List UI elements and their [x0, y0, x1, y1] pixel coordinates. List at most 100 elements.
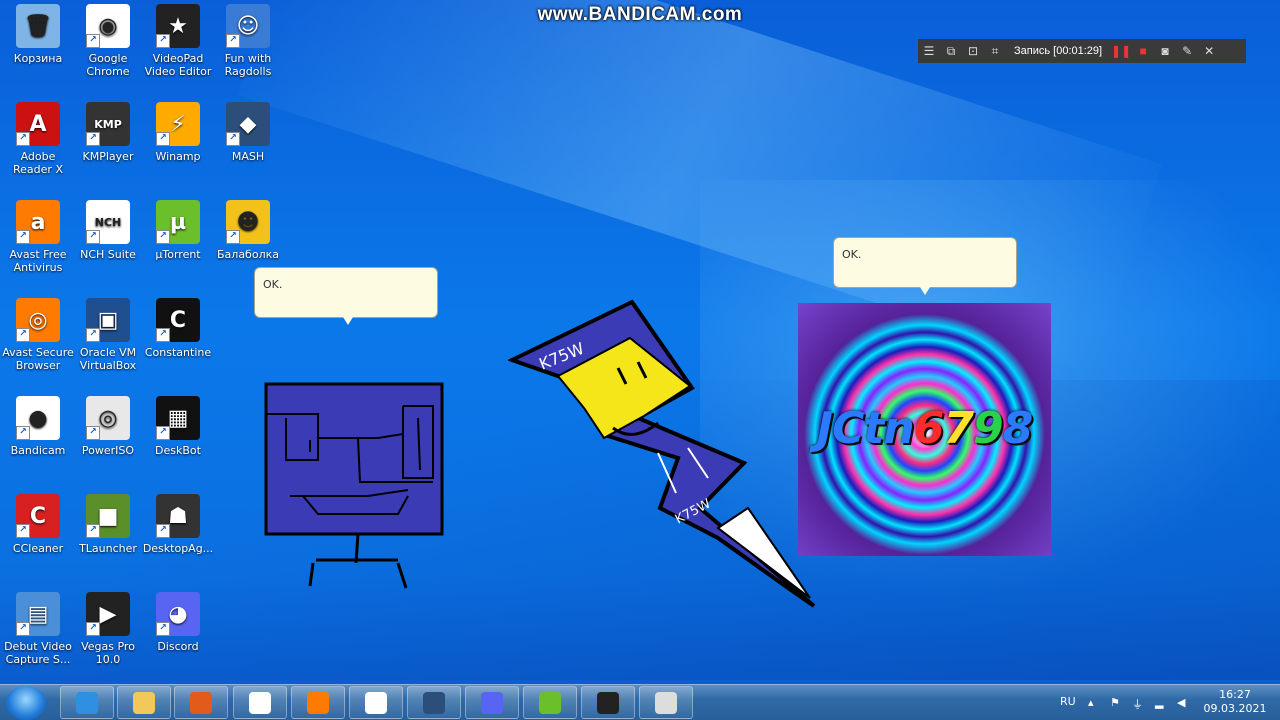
taskbar-app-internet-explorer[interactable]	[60, 686, 114, 719]
taskbar-app-file-explorer[interactable]	[117, 686, 171, 719]
desktop-icon[interactable]: ■ ↗ TLauncher	[72, 494, 144, 555]
desktop-icon[interactable]: KMP ↗ KMPlayer	[72, 102, 144, 163]
taskbar-app-chrome[interactable]	[233, 686, 287, 719]
app-icon: ▦ ↗	[156, 396, 200, 440]
film-app-icon	[655, 691, 677, 714]
taskbar-app-mash[interactable]	[407, 686, 461, 719]
shortcut-arrow-icon: ↗	[86, 524, 100, 538]
speech-bubble-left-text: OK.	[263, 278, 283, 291]
volume-icon[interactable]: ◀	[1177, 696, 1189, 709]
taskbar: RU ▴ ⚑ ⏚ ▂ ◀ 16:27 09.03.2021	[0, 684, 1280, 720]
system-clock[interactable]: 16:27 09.03.2021	[1200, 688, 1270, 716]
bandicam-recording-toolbar: ☰ ⧉ ⊡ ⌗ Запись [00:01:29] ❚❚ ■ ◙ ✎ ✕	[918, 39, 1246, 63]
shortcut-arrow-icon: ↗	[156, 34, 170, 48]
shortcut-arrow-icon: ↗	[156, 230, 170, 244]
pause-icon[interactable]: ❚❚	[1110, 44, 1132, 58]
app-icon: ■ ↗	[86, 494, 130, 538]
taskbar-app-film-app[interactable]	[639, 686, 693, 719]
stop-icon[interactable]: ■	[1132, 44, 1154, 58]
app-icon: µ ↗	[156, 200, 200, 244]
desktop-icon[interactable]: ☗ ↗ DesktopAg...	[142, 494, 214, 555]
app-icon: C ↗	[156, 298, 200, 342]
menu-icon[interactable]: ☰	[918, 44, 940, 58]
taskbar-app-videopad[interactable]	[174, 686, 228, 719]
desktop-icon[interactable]: ◆ ↗ MASH	[212, 102, 284, 163]
desktop-icon-label: Балаболка	[217, 248, 279, 261]
network-signal-icon[interactable]: ▂	[1155, 696, 1167, 709]
app-icon: ◕ ↗	[156, 592, 200, 636]
desktop-icon[interactable]: ◎ ↗ Avast Secure Browser	[2, 298, 74, 372]
fullscreen-mode-icon[interactable]: ⊡	[962, 44, 984, 58]
desktop-icon-label: Oracle VM VirtualBox	[79, 346, 137, 372]
desktop-icon[interactable]: C ↗ Constantine	[142, 298, 214, 359]
desktop-icon[interactable]: C ↗ CCleaner	[2, 494, 74, 555]
shortcut-arrow-icon: ↗	[86, 622, 100, 636]
desktop-icon-label: Discord	[157, 640, 199, 653]
taskbar-app-bandicam[interactable]	[349, 686, 403, 719]
taskbar-app-avast-browser[interactable]	[291, 686, 345, 719]
desktop-icon[interactable]: A ↗ Adobe Reader X	[2, 102, 74, 176]
desktop-icon[interactable]: µ ↗ µTorrent	[142, 200, 214, 261]
desktop-icon[interactable]: ◎ ↗ PowerISO	[72, 396, 144, 457]
terminal-icon	[597, 691, 619, 714]
app-icon: a ↗	[16, 200, 60, 244]
shortcut-arrow-icon: ↗	[226, 230, 240, 244]
shortcut-arrow-icon: ↗	[16, 230, 30, 244]
desktop-icon-label: µTorrent	[155, 248, 201, 261]
internet-explorer-icon	[76, 691, 98, 714]
action-center-flag-icon[interactable]: ⚑	[1110, 696, 1122, 709]
taskbar-app-terminal[interactable]	[581, 686, 635, 719]
desktop-icon[interactable]: ▤ ↗ Debut Video Capture S...	[2, 592, 74, 666]
shortcut-arrow-icon: ↗	[86, 132, 100, 146]
desktop-icon[interactable]: a ↗ Avast Free Antivirus	[2, 200, 74, 274]
desktop-icon[interactable]: ⚡ ↗ Winamp	[142, 102, 214, 163]
videopad-icon	[190, 691, 212, 714]
avatar-logo-text: JCtn6798	[816, 403, 1034, 454]
desktop-icon-label: TLauncher	[79, 542, 137, 555]
app-icon: ● ↗	[16, 396, 60, 440]
desktop-icon-label: Google Chrome	[86, 52, 130, 78]
start-button[interactable]	[6, 686, 46, 720]
language-indicator[interactable]: RU	[1060, 695, 1076, 708]
desktop-icon[interactable]: NCH ↗ NCH Suite	[72, 200, 144, 261]
usb-device-icon[interactable]: ⏚	[1132, 696, 1144, 711]
character-center-drawing: K75W K75W	[508, 299, 816, 608]
utorrent-icon	[539, 691, 561, 714]
desktop-icon[interactable]: ☻ ↗ Балаболка	[212, 200, 284, 261]
desktop-icon[interactable]: ● ↗ Bandicam	[2, 396, 74, 457]
app-icon: ☻ ↗	[226, 200, 270, 244]
app-icon: ◎ ↗	[16, 298, 60, 342]
desktop-icon[interactable]: ▦ ↗ DeskBot	[142, 396, 214, 457]
desktop-icon-label: DeskBot	[155, 444, 201, 457]
close-icon[interactable]: ✕	[1198, 44, 1220, 58]
taskbar-app-utorrent[interactable]	[523, 686, 577, 719]
desktop-icon-label: PowerISO	[81, 444, 135, 457]
app-icon: C ↗	[16, 494, 60, 538]
app-icon: ☗ ↗	[156, 494, 200, 538]
app-icon: ▶ ↗	[86, 592, 130, 636]
app-icon: KMP ↗	[86, 102, 130, 146]
region-select-icon[interactable]: ⌗	[984, 44, 1006, 59]
shortcut-arrow-icon: ↗	[16, 524, 30, 538]
desktop-icon-label: Avast Free Antivirus	[9, 248, 67, 274]
speech-bubble-right-text: OK.	[842, 248, 862, 261]
desktop-icon[interactable]: ◕ ↗ Discord	[142, 592, 214, 653]
desktop-icon-label: Adobe Reader X	[13, 150, 63, 176]
show-hidden-icons-icon[interactable]: ▴	[1088, 696, 1100, 709]
desktop-icon[interactable]: ▣ ↗ Oracle VM VirtualBox	[72, 298, 144, 372]
shortcut-arrow-icon: ↗	[86, 328, 100, 342]
draw-icon[interactable]: ✎	[1176, 44, 1198, 58]
shortcut-arrow-icon: ↗	[226, 34, 240, 48]
app-icon: ▣ ↗	[86, 298, 130, 342]
app-icon: ◆ ↗	[226, 102, 270, 146]
taskbar-app-discord[interactable]	[465, 686, 519, 719]
window-mode-icon[interactable]: ⧉	[940, 44, 962, 59]
desktop-icon[interactable]: ▶ ↗ Vegas Pro 10.0	[72, 592, 144, 666]
app-icon: A ↗	[16, 102, 60, 146]
desktop-icon-label: Winamp	[155, 150, 201, 163]
shortcut-arrow-icon: ↗	[16, 132, 30, 146]
app-icon: ▤ ↗	[16, 592, 60, 636]
shortcut-arrow-icon: ↗	[16, 622, 30, 636]
desktop-icon-label: VideoPad Video Editor	[144, 52, 212, 78]
screenshot-icon[interactable]: ◙	[1154, 44, 1176, 58]
